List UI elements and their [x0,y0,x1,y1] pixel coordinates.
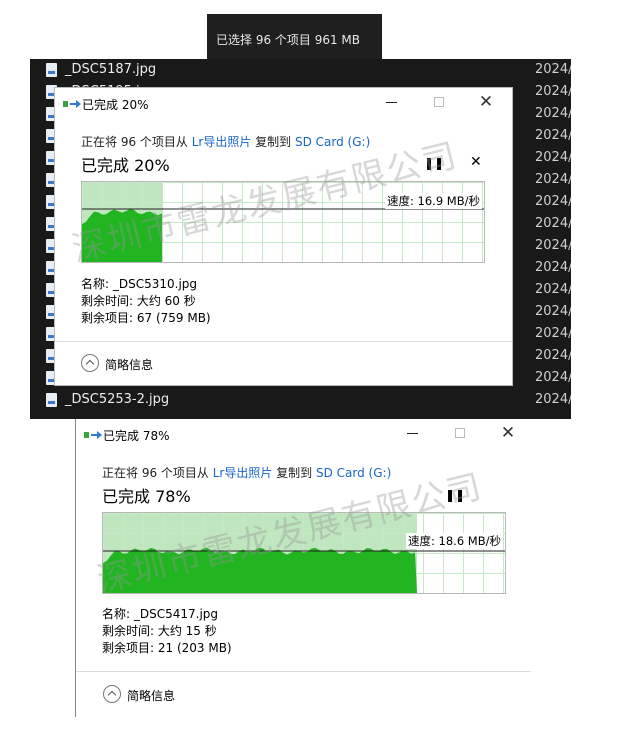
copy-description: 正在将 96 个项目从 Lr导出照片 复制到 SD Card (G:) [81,133,370,150]
time-remaining-line: 剩余时间: 大约 60 秒 [81,294,196,308]
file-date: 2024/ [535,392,571,407]
file-date: 2024/ [535,128,571,143]
copy-mid: 复制到 [272,466,316,480]
speed-label: 速度: 18.6 MB/秒 [406,533,503,549]
chevron-up-icon[interactable] [103,685,121,703]
file-date: 2024/ [535,238,571,253]
speed-area [103,547,417,593]
fewer-details-button[interactable]: 简略信息 [127,687,175,704]
dialog-title: 已完成 20% [82,98,149,112]
percent-complete-label: 已完成 20% [81,156,170,175]
selection-status-bar: 已选择 96 个项目 961 MB [207,14,382,59]
source-folder-link[interactable]: Lr导出照片 [192,135,252,149]
file-name-line: 名称: _DSC5310.jpg [81,277,198,291]
file-image-icon [46,63,57,77]
file-date: 2024/ [535,348,571,363]
cancel-copy-icon[interactable]: ✕ [470,154,482,170]
speed-label: 速度: 16.9 MB/秒 [385,193,482,209]
file-row[interactable]: _DSC5187.jpg 2024/ [30,59,571,81]
items-remaining-line: 剩余项目: 67 (759 MB) [81,311,211,325]
copy-arrow-icon [84,430,102,440]
percent-complete-label: 已完成 78% [102,487,191,506]
title-bar[interactable]: 已完成 78% ✕ [76,419,531,451]
maximize-button[interactable] [450,423,470,443]
file-date: 2024/ [535,106,571,121]
file-date: 2024/ [535,260,571,275]
file-name-line: 名称: _DSC5417.jpg [102,607,219,621]
selection-status-text: 已选择 96 个项目 961 MB [216,33,361,47]
divider [76,671,531,672]
file-name: _DSC5187.jpg [65,62,157,77]
speed-area [82,209,162,262]
copy-description: 正在将 96 个项目从 Lr导出照片 复制到 SD Card (G:) [102,464,391,481]
source-folder-link[interactable]: Lr导出照片 [213,466,273,480]
close-button[interactable]: ✕ [476,92,496,112]
file-date: 2024/ [535,370,571,385]
close-button[interactable]: ✕ [498,423,518,443]
speed-curve [103,547,505,593]
file-date: 2024/ [535,84,571,99]
file-date: 2024/ [535,216,571,231]
file-date: 2024/ [535,304,571,319]
pause-icon[interactable]: ❚❚ [424,156,444,170]
time-remaining-line: 剩余时间: 大约 15 秒 [102,624,217,638]
fewer-details-button[interactable]: 简略信息 [105,356,153,373]
file-date: 2024/ [535,150,571,165]
copy-arrow-icon [63,99,81,109]
file-date: 2024/ [535,326,571,341]
chevron-up-icon[interactable] [81,354,99,372]
file-date: 2024/ [535,172,571,187]
copy-progress-dialog: 已完成 20% ✕ 正在将 96 个项目从 Lr导出照片 复制到 SD Card… [55,88,512,385]
file-image-icon [46,393,57,407]
transfer-speed-graph: 速度: 16.9 MB/秒 [81,181,485,263]
copy-prefix: 正在将 96 个项目从 [102,466,213,480]
items-remaining-line: 剩余项目: 21 (203 MB) [102,641,232,655]
pause-icon[interactable]: ❚❚ [445,488,465,502]
title-bar[interactable]: 已完成 20% ✕ [55,88,512,120]
destination-drive-link[interactable]: SD Card (G:) [316,466,391,480]
dialog-title: 已完成 78% [103,429,170,443]
divider [55,341,512,342]
maximize-button[interactable] [429,92,449,112]
minimize-button[interactable] [382,92,402,112]
file-date: 2024/ [535,194,571,209]
minimize-button[interactable] [403,423,423,443]
destination-drive-link[interactable]: SD Card (G:) [295,135,370,149]
file-date: 2024/ [535,62,571,77]
file-date: 2024/ [535,282,571,297]
file-name: _DSC5253-2.jpg [65,392,170,407]
copy-progress-dialog: 已完成 78% ✕ 正在将 96 个项目从 Lr导出照片 复制到 SD Card… [76,419,531,717]
file-row[interactable]: _DSC5253-2.jpg 2024/ [30,389,571,411]
copy-mid: 复制到 [251,135,295,149]
copy-prefix: 正在将 96 个项目从 [81,135,192,149]
transfer-speed-graph: 速度: 18.6 MB/秒 [102,512,506,594]
